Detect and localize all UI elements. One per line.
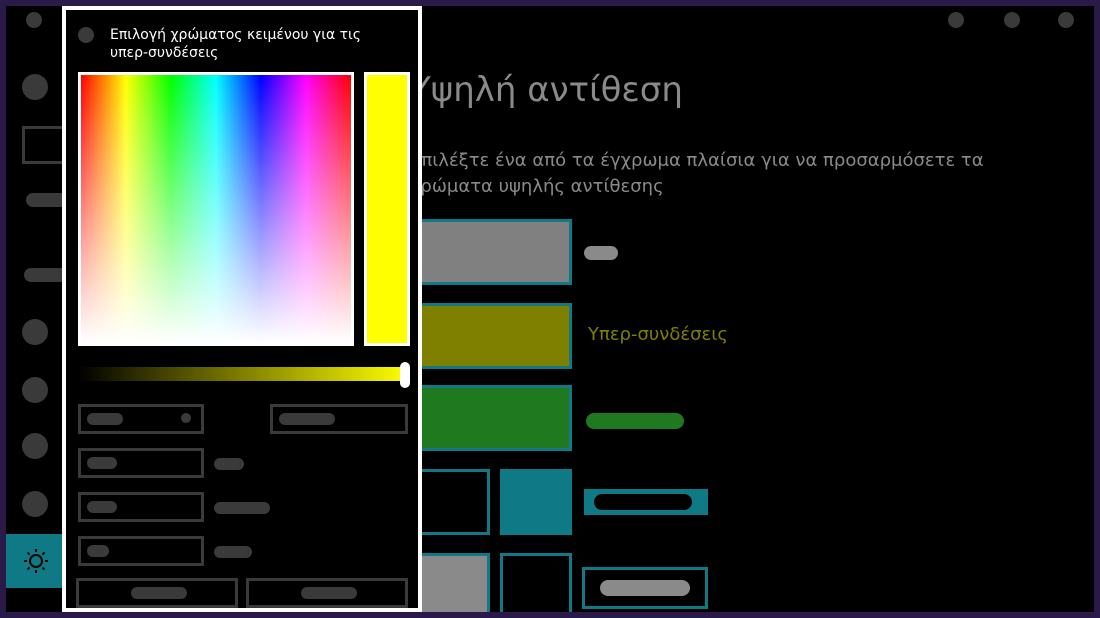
color-icon xyxy=(78,27,94,43)
color-spectrum[interactable] xyxy=(78,72,354,346)
selected-text-background-swatch[interactable] xyxy=(410,469,490,535)
green-label xyxy=(214,502,270,514)
brightness-slider-thumb[interactable] xyxy=(400,362,410,388)
color-picker-dialog: Επιλογή χρώματος κειμένου για τις υπερ-σ… xyxy=(62,6,422,612)
cancel-button[interactable] xyxy=(246,578,408,608)
red-label xyxy=(214,458,244,470)
sidebar-item-icon[interactable] xyxy=(22,491,48,517)
sidebar-item-icon[interactable] xyxy=(22,377,48,403)
button-text-swatch[interactable] xyxy=(410,553,490,612)
hex-input[interactable] xyxy=(270,404,408,434)
color-mode-dropdown[interactable] xyxy=(78,404,204,434)
color-preview xyxy=(364,72,410,346)
disabled-text-label xyxy=(586,413,684,429)
green-input[interactable] xyxy=(78,492,204,522)
sidebar-item-icon[interactable] xyxy=(22,433,48,459)
blue-input[interactable] xyxy=(78,536,204,566)
minimize-button[interactable] xyxy=(948,12,964,28)
sidebar-item-icon[interactable] xyxy=(22,319,48,345)
blue-label xyxy=(214,546,252,558)
sidebar-item-active[interactable] xyxy=(6,534,66,588)
done-button[interactable] xyxy=(76,578,238,608)
close-button[interactable] xyxy=(1058,12,1074,28)
dialog-title: Επιλογή χρώματος κειμένου για τις υπερ-σ… xyxy=(110,27,362,61)
hyperlink-color-label: Υπερ-συνδέσεις xyxy=(588,324,728,345)
sun-icon xyxy=(24,549,48,573)
button-background-swatch[interactable] xyxy=(500,553,572,612)
disabled-text-swatch[interactable] xyxy=(410,385,572,451)
hyperlink-color-swatch[interactable] xyxy=(410,303,572,369)
red-input[interactable] xyxy=(78,448,204,478)
button-preview xyxy=(582,567,708,609)
text-color-swatch[interactable] xyxy=(410,219,572,285)
brightness-slider[interactable] xyxy=(78,367,408,381)
home-icon[interactable] xyxy=(22,74,48,100)
page-title: Υψηλή αντίθεση xyxy=(410,70,683,110)
back-button[interactable] xyxy=(26,12,42,28)
text-color-label xyxy=(584,246,618,260)
selected-text-preview xyxy=(584,489,708,515)
page-description: Επιλέξτε ένα από τα έγχρωμα πλαίσια για … xyxy=(410,150,984,197)
settings-window: Υψηλή αντίθεση Επιλέξτε ένα από τα έγχρω… xyxy=(6,6,1094,612)
selected-text-foreground-swatch[interactable] xyxy=(500,469,572,535)
maximize-button[interactable] xyxy=(1004,12,1020,28)
